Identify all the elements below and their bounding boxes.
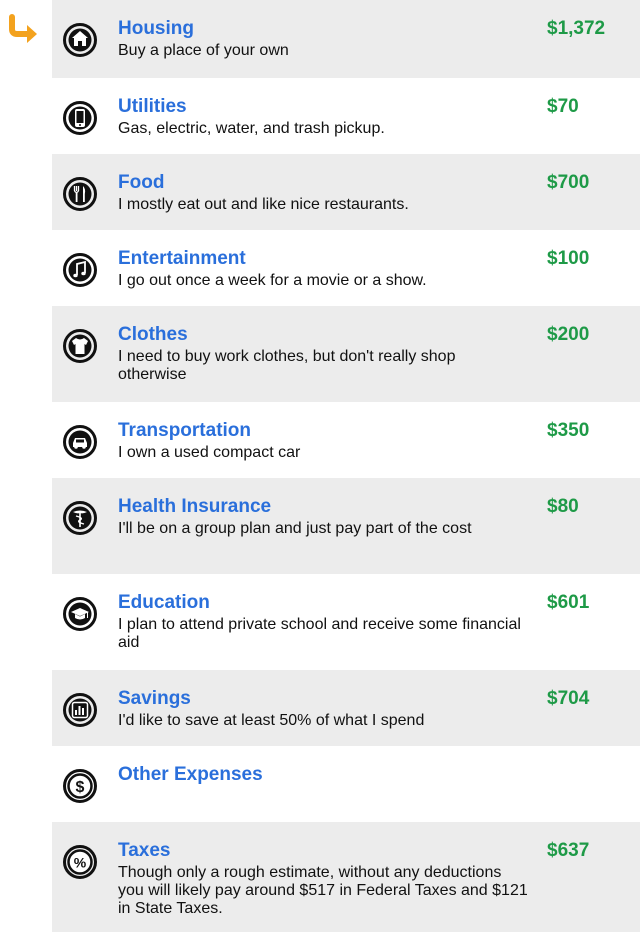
budget-row-entertainment[interactable]: Entertainment I go out once a week for a…	[52, 230, 640, 306]
home-icon	[62, 22, 98, 58]
item-description: I plan to attend private school and rece…	[118, 616, 521, 651]
car-icon	[62, 424, 98, 460]
budget-list: Housing Buy a place of your own $1,372 U…	[52, 0, 640, 932]
item-amount: $637	[547, 840, 590, 861]
budget-row-other-expenses[interactable]: $ Other Expenses	[52, 746, 640, 822]
item-amount: $704	[547, 688, 590, 709]
budget-row-food[interactable]: Food I mostly eat out and like nice rest…	[52, 154, 640, 230]
budget-row-savings[interactable]: Savings I'd like to save at least 50% of…	[52, 670, 640, 746]
budget-row-utilities[interactable]: Utilities Gas, electric, water, and tras…	[52, 78, 640, 154]
item-amount: $700	[547, 172, 590, 193]
budget-row-health-insurance[interactable]: Health Insurance I'll be on a group plan…	[52, 478, 640, 574]
percent-icon: %	[62, 844, 98, 880]
item-amount: $100	[547, 248, 590, 269]
budget-row-housing[interactable]: Housing Buy a place of your own $1,372	[52, 0, 640, 78]
item-amount: $350	[547, 420, 590, 441]
item-description: I need to buy work clothes, but don't re…	[118, 348, 456, 383]
item-amount: $70	[547, 96, 579, 117]
svg-text:%: %	[74, 855, 87, 871]
item-description: Though only a rough estimate, without an…	[118, 864, 528, 917]
item-description: I'd like to save at least 50% of what I …	[118, 712, 425, 729]
item-amount: $80	[547, 496, 579, 517]
item-title: Other Expenses	[118, 764, 263, 785]
fork-knife-icon	[62, 176, 98, 212]
caduceus-icon	[62, 500, 98, 536]
budget-row-taxes[interactable]: % Taxes Though only a rough estimate, wi…	[52, 822, 640, 932]
svg-text:$: $	[76, 779, 85, 796]
item-amount: $200	[547, 324, 590, 345]
phone-icon	[62, 100, 98, 136]
item-description: I mostly eat out and like nice restauran…	[118, 196, 409, 213]
item-description: Gas, electric, water, and trash pickup.	[118, 120, 385, 137]
item-amount: $1,372	[547, 18, 606, 39]
dollar-icon: $	[62, 768, 98, 804]
item-description: I'll be on a group plan and just pay par…	[118, 520, 472, 537]
item-amount: $601	[547, 592, 590, 613]
budget-row-clothes[interactable]: Clothes I need to buy work clothes, but …	[52, 306, 640, 402]
item-description: Buy a place of your own	[118, 42, 289, 59]
bar-chart-icon	[62, 692, 98, 728]
music-note-icon	[62, 252, 98, 288]
item-description: I own a used compact car	[118, 444, 301, 461]
budget-row-transportation[interactable]: Transportation I own a used compact car …	[52, 402, 640, 478]
orange-arrow-icon	[9, 14, 37, 43]
item-description: I go out once a week for a movie or a sh…	[118, 272, 427, 289]
graduation-cap-icon	[62, 596, 98, 632]
budget-row-education[interactable]: Education I plan to attend private schoo…	[52, 574, 640, 670]
shirt-icon	[62, 328, 98, 364]
